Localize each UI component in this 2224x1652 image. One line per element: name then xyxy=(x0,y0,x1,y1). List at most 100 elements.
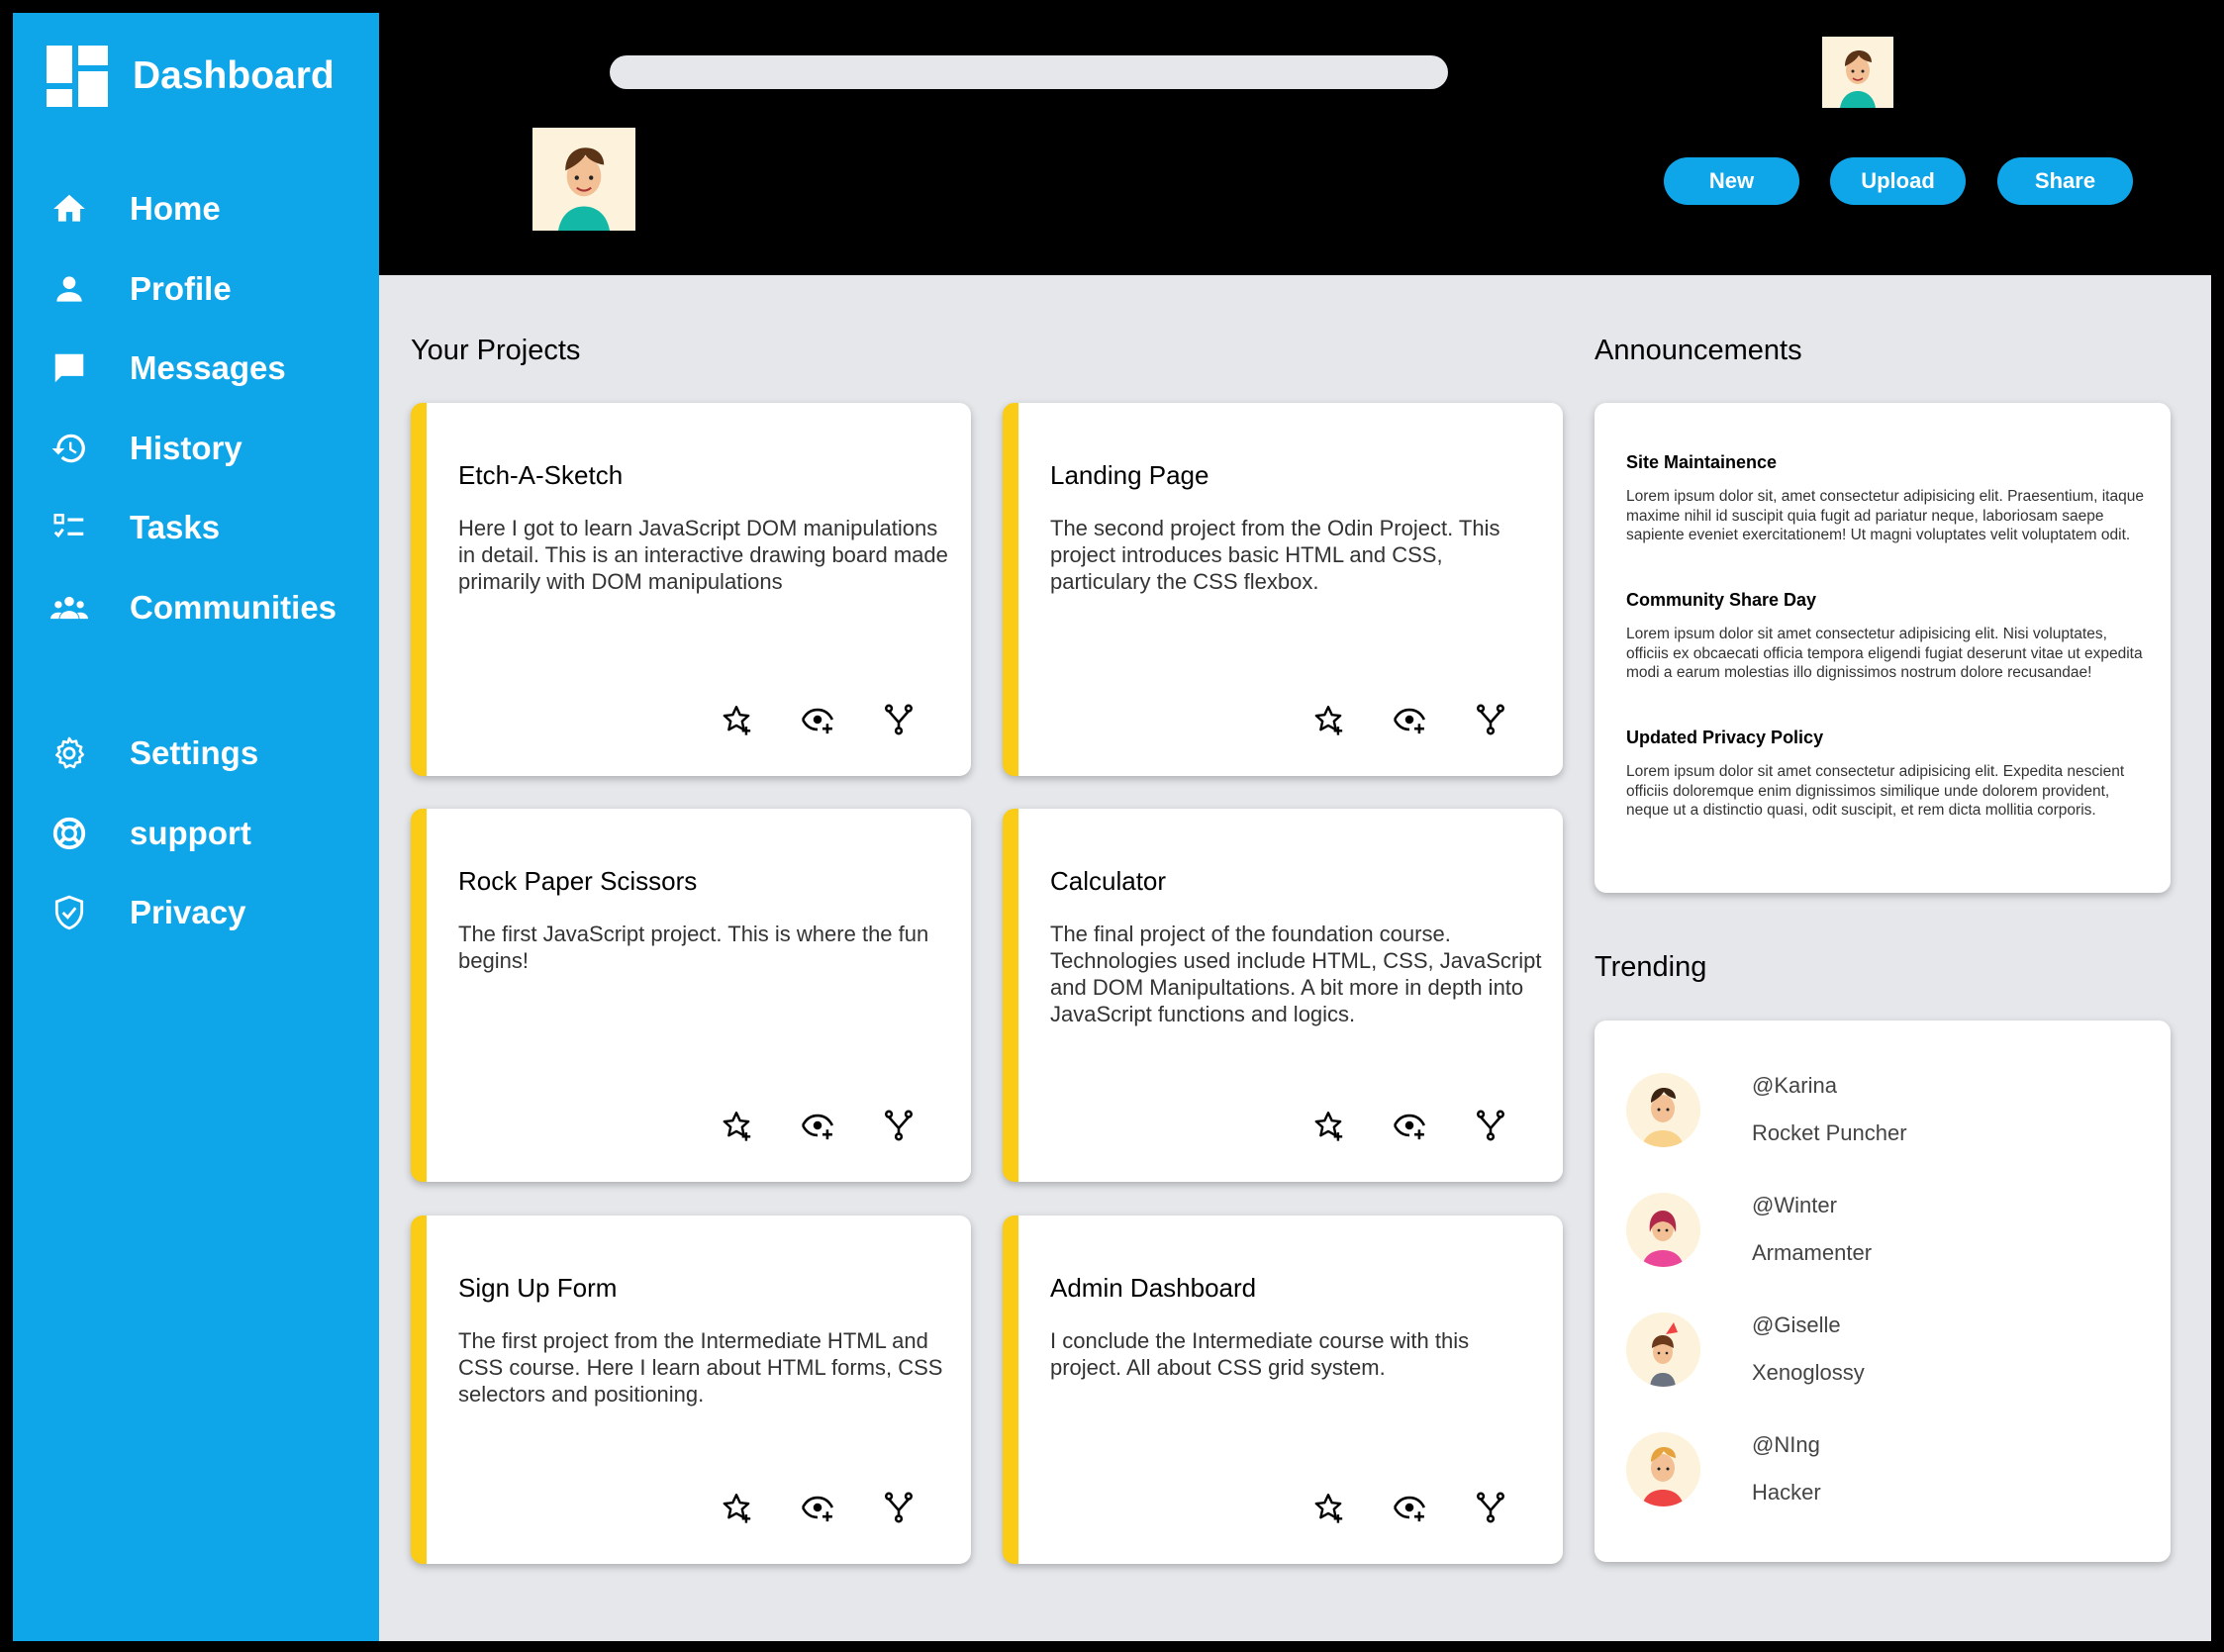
star-add-icon[interactable] xyxy=(720,703,753,736)
avatar-icon xyxy=(1822,37,1893,108)
main-content: Your Projects Etch-A-Sketch Here I got to… xyxy=(379,275,2211,1641)
sidebar-item-messages[interactable]: Messages xyxy=(47,329,373,409)
project-description: Here I got to learn JavaScript DOM manip… xyxy=(458,516,948,594)
profile-avatar[interactable] xyxy=(532,128,635,231)
trending-handle: @Winter xyxy=(1752,1193,1837,1217)
tasks-icon xyxy=(47,505,92,550)
sidebar-item-communities[interactable]: Communities xyxy=(47,568,373,648)
sidebar-item-label: Messages xyxy=(130,349,286,387)
avatar-icon xyxy=(1626,1073,1700,1147)
sidebar-item-label: Home xyxy=(130,190,221,228)
share-button[interactable]: Share xyxy=(1997,157,2133,205)
star-add-icon[interactable] xyxy=(1311,703,1345,736)
announcement-title: Community Share Day xyxy=(1626,590,1817,610)
project-actions xyxy=(1311,1109,1507,1142)
project-actions xyxy=(1311,1491,1507,1524)
shield-icon xyxy=(47,890,92,935)
avatar-icon xyxy=(1626,1432,1700,1506)
sidebar-item-settings[interactable]: Settings xyxy=(47,714,373,794)
trending-item[interactable]: @Winter Armamenter xyxy=(1626,1178,2141,1287)
new-button[interactable]: New xyxy=(1664,157,1799,205)
trending-project: Xenoglossy xyxy=(1752,1360,1865,1385)
sidebar-item-label: support xyxy=(130,814,251,851)
trending-avatar xyxy=(1626,1312,1700,1387)
sidebar-item-label: Profile xyxy=(130,269,232,307)
project-actions xyxy=(720,703,916,736)
gear-icon xyxy=(47,730,92,776)
trending-item[interactable]: @Giselle Xenoglossy xyxy=(1626,1298,2141,1407)
fork-icon[interactable] xyxy=(882,1109,916,1142)
sidebar-item-label: Communities xyxy=(130,588,338,626)
project-actions xyxy=(1311,703,1507,736)
trending-handle: @Karina xyxy=(1752,1073,1837,1098)
trending-handle: @Giselle xyxy=(1752,1312,1841,1337)
trending-project: Rocket Puncher xyxy=(1752,1120,1907,1145)
search-input[interactable] xyxy=(610,55,1448,89)
watch-icon[interactable] xyxy=(1393,703,1426,736)
star-add-icon[interactable] xyxy=(720,1109,753,1142)
trending-avatar xyxy=(1626,1432,1700,1506)
sidebar-item-label: Tasks xyxy=(130,509,221,546)
announcement-body: Lorem ipsum dolor sit, amet consectetur … xyxy=(1626,488,2144,543)
announcements-panel: Site Maintainence Lorem ipsum dolor sit,… xyxy=(1595,403,2171,893)
project-title: Landing Page xyxy=(1050,460,1209,490)
star-add-icon[interactable] xyxy=(720,1491,753,1524)
trending-project: Armamenter xyxy=(1752,1240,1873,1265)
project-card[interactable]: Sign Up Form The first project from the I… xyxy=(411,1215,971,1564)
home-icon xyxy=(47,186,92,232)
trending-title: Trending xyxy=(1595,951,1707,983)
avatar-icon xyxy=(1626,1312,1700,1387)
sidebar-item-privacy[interactable]: Privacy xyxy=(47,873,373,953)
trending-avatar xyxy=(1626,1073,1700,1147)
trending-item[interactable]: @Karina Rocket Puncher xyxy=(1626,1058,2141,1167)
project-actions xyxy=(720,1109,916,1142)
trending-item[interactable]: @NIng Hacker xyxy=(1626,1417,2141,1526)
sidebar-item-home[interactable]: Home xyxy=(47,169,373,249)
fork-icon[interactable] xyxy=(1474,1109,1507,1142)
lifebuoy-icon xyxy=(47,811,92,856)
sidebar-item-tasks[interactable]: Tasks xyxy=(47,488,373,568)
watch-icon[interactable] xyxy=(1393,1109,1426,1142)
sidebar-nav: Home Profile Messages History Tasks Comm… xyxy=(47,169,373,953)
watch-icon[interactable] xyxy=(801,1109,834,1142)
sidebar-item-label: History xyxy=(130,429,242,466)
fork-icon[interactable] xyxy=(882,1491,916,1524)
project-card[interactable]: Calculator The final project of the found… xyxy=(1003,809,1563,1182)
communities-icon xyxy=(47,585,92,631)
sidebar-item-history[interactable]: History xyxy=(47,409,373,489)
project-card[interactable]: Rock Paper Scissors The first JavaScript … xyxy=(411,809,971,1182)
announcement-title: Updated Privacy Policy xyxy=(1626,728,1824,747)
avatar-icon xyxy=(1626,1193,1700,1267)
fork-icon[interactable] xyxy=(1474,1491,1507,1524)
message-icon xyxy=(47,345,92,391)
project-card[interactable]: Etch-A-Sketch Here I got to learn JavaScr… xyxy=(411,403,971,776)
project-title: Rock Paper Scissors xyxy=(458,866,698,896)
projects-title: Your Projects xyxy=(411,335,581,366)
trending-project: Hacker xyxy=(1752,1480,1821,1505)
project-title: Etch-A-Sketch xyxy=(458,460,624,490)
top-header: New Upload Share xyxy=(379,13,2211,275)
star-add-icon[interactable] xyxy=(1311,1491,1345,1524)
project-description: The first project from the Intermediate … xyxy=(458,1328,943,1407)
brand[interactable]: Dashboard xyxy=(47,46,335,107)
history-icon xyxy=(47,426,92,471)
project-title: Sign Up Form xyxy=(458,1273,618,1303)
sidebar-item-profile[interactable]: Profile xyxy=(47,249,373,330)
project-description: The first JavaScript project. This is wh… xyxy=(458,922,929,973)
project-description: I conclude the Intermediate course with … xyxy=(1050,1328,1470,1380)
trending-handle: @NIng xyxy=(1752,1432,1820,1457)
star-add-icon[interactable] xyxy=(1311,1109,1345,1142)
project-card[interactable]: Admin Dashboard I conclude the Intermedia… xyxy=(1003,1215,1563,1564)
avatar[interactable] xyxy=(1822,37,1893,108)
watch-icon[interactable] xyxy=(801,703,834,736)
fork-icon[interactable] xyxy=(1474,703,1507,736)
upload-button[interactable]: Upload xyxy=(1830,157,1966,205)
sidebar-item-support[interactable]: support xyxy=(47,794,373,874)
avatar-icon xyxy=(532,128,635,231)
announcements-title: Announcements xyxy=(1595,335,1802,366)
watch-icon[interactable] xyxy=(1393,1491,1426,1524)
watch-icon[interactable] xyxy=(801,1491,834,1524)
project-card[interactable]: Landing Page The second project from the … xyxy=(1003,403,1563,776)
fork-icon[interactable] xyxy=(882,703,916,736)
trending-panel: @Karina Rocket Puncher @Winter Armamente… xyxy=(1595,1020,2171,1562)
